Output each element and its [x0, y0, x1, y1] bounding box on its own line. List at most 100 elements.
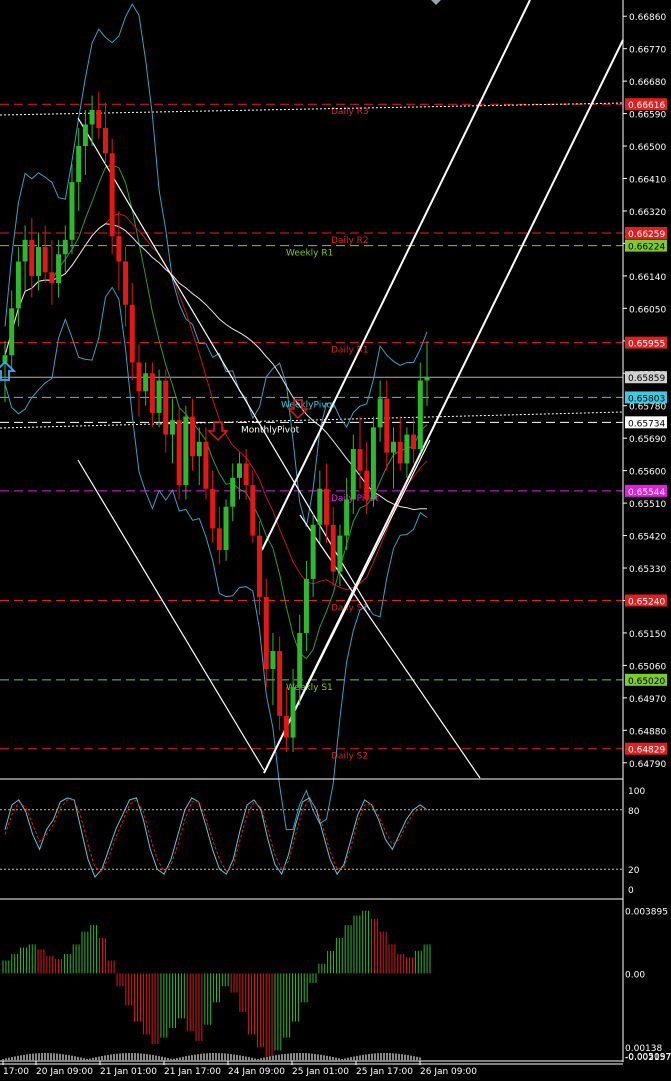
candle-body	[364, 470, 370, 500]
candle-body	[377, 398, 383, 428]
candle-body	[277, 650, 283, 716]
mini-bar	[218, 1053, 220, 1061]
time-tick-label: 21 Jan 01:00	[100, 1067, 157, 1077]
candle-body	[196, 441, 202, 457]
mini-bar	[110, 1054, 112, 1061]
mini-bar	[383, 1053, 385, 1061]
mini-bar	[188, 1055, 190, 1061]
price-tick-label: 0.65060	[629, 662, 666, 672]
mini-bar	[194, 1054, 196, 1061]
candle-body	[116, 236, 122, 262]
mini-bar	[32, 1053, 34, 1061]
candle-body	[303, 578, 309, 633]
price-tick-label: 0.66500	[629, 143, 666, 153]
mini-bar	[149, 1054, 151, 1061]
time-tick-label: 25 Jan 17:00	[356, 1067, 413, 1077]
candle-body	[56, 254, 62, 284]
candle-body	[123, 261, 129, 305]
mini-bar	[299, 1053, 301, 1061]
mini-bar	[353, 1056, 355, 1061]
mini-bar	[137, 1053, 139, 1061]
mini-bar	[320, 1054, 322, 1061]
mini-bar	[302, 1053, 304, 1061]
mini-bar	[77, 1056, 79, 1061]
time-tick-label: 21 Jan 17:00	[164, 1067, 221, 1077]
mini-bar	[41, 1053, 43, 1061]
mini-bar	[62, 1054, 64, 1061]
mini-bar	[284, 1053, 286, 1061]
mini-bar	[236, 1054, 238, 1061]
level-label: Daily R1	[331, 346, 369, 356]
mini-bar	[206, 1053, 208, 1061]
mini-bar	[227, 1053, 229, 1061]
candle-body	[283, 715, 289, 738]
level-label: Weekly R1	[286, 249, 333, 259]
candle-body	[370, 427, 376, 500]
mini-bar	[413, 1056, 415, 1061]
level-price-tag-text: 0.64829	[628, 746, 665, 756]
candle-body	[89, 109, 95, 125]
mini-bar	[377, 1053, 379, 1061]
mini-bar	[410, 1055, 412, 1061]
mini-bar	[251, 1057, 253, 1061]
mini-bar	[44, 1053, 46, 1061]
mini-bar	[122, 1053, 124, 1061]
mini-bar	[311, 1053, 313, 1061]
mini-bar	[419, 1057, 421, 1061]
level-price-tag-text: 0.65544	[628, 488, 665, 498]
mini-bar	[272, 1055, 274, 1061]
stoch-tick-label: 0	[628, 886, 634, 896]
level-label: Daily R2	[331, 236, 369, 246]
mini-bar	[221, 1053, 223, 1061]
mini-bar	[398, 1053, 400, 1061]
mini-bar	[53, 1053, 55, 1061]
mini-bar	[326, 1055, 328, 1061]
mini-bar	[224, 1053, 226, 1061]
mini-bar	[305, 1053, 307, 1061]
candle-body	[263, 596, 269, 670]
candle-body	[243, 463, 249, 486]
candle-body	[62, 239, 68, 255]
mini-bar	[278, 1054, 280, 1061]
mini-bar	[317, 1054, 319, 1061]
level-price-tag-text: 0.66259	[628, 230, 665, 240]
level-price-tag-text: 0.65734	[628, 419, 665, 429]
candle-body	[210, 488, 216, 529]
price-tick-label: 0.66860	[629, 13, 666, 23]
candle-body	[29, 239, 35, 276]
mini-bar	[38, 1053, 40, 1061]
mini-bar	[35, 1053, 37, 1061]
mini-bar	[314, 1053, 316, 1061]
mini-bar	[380, 1053, 382, 1061]
candle-body	[330, 524, 336, 572]
mini-bar	[125, 1053, 127, 1061]
mini-bar	[239, 1055, 241, 1061]
mini-bar	[131, 1053, 133, 1061]
mini-bar	[197, 1054, 199, 1061]
price-tick-label: 0.64970	[629, 695, 666, 705]
candle-body	[76, 146, 82, 183]
mini-bar	[203, 1053, 205, 1061]
mini-bar	[98, 1056, 100, 1061]
mini-bar	[65, 1054, 67, 1061]
mini-bar	[191, 1055, 193, 1061]
mini-bar	[329, 1056, 331, 1061]
candle-body	[203, 441, 209, 489]
time-tick-label: 25 Jan 01:00	[292, 1067, 349, 1077]
candle-body	[397, 441, 403, 464]
mini-bar	[146, 1054, 148, 1061]
price-tick-label: 0.66680	[629, 78, 666, 88]
histogram-tick-label: 0.00	[625, 970, 645, 980]
mini-bar	[80, 1057, 82, 1061]
mini-bar	[59, 1053, 61, 1061]
mini-bar	[8, 1057, 10, 1061]
mini-bar	[104, 1055, 106, 1061]
mini-bar	[152, 1055, 154, 1061]
mini-bar	[281, 1054, 283, 1061]
mini-bar	[350, 1057, 352, 1061]
mini-bar	[2, 1059, 4, 1061]
mini-bar	[338, 1058, 340, 1061]
mini-bar	[392, 1053, 394, 1061]
mini-bar	[287, 1053, 289, 1061]
candle-body	[310, 524, 316, 579]
